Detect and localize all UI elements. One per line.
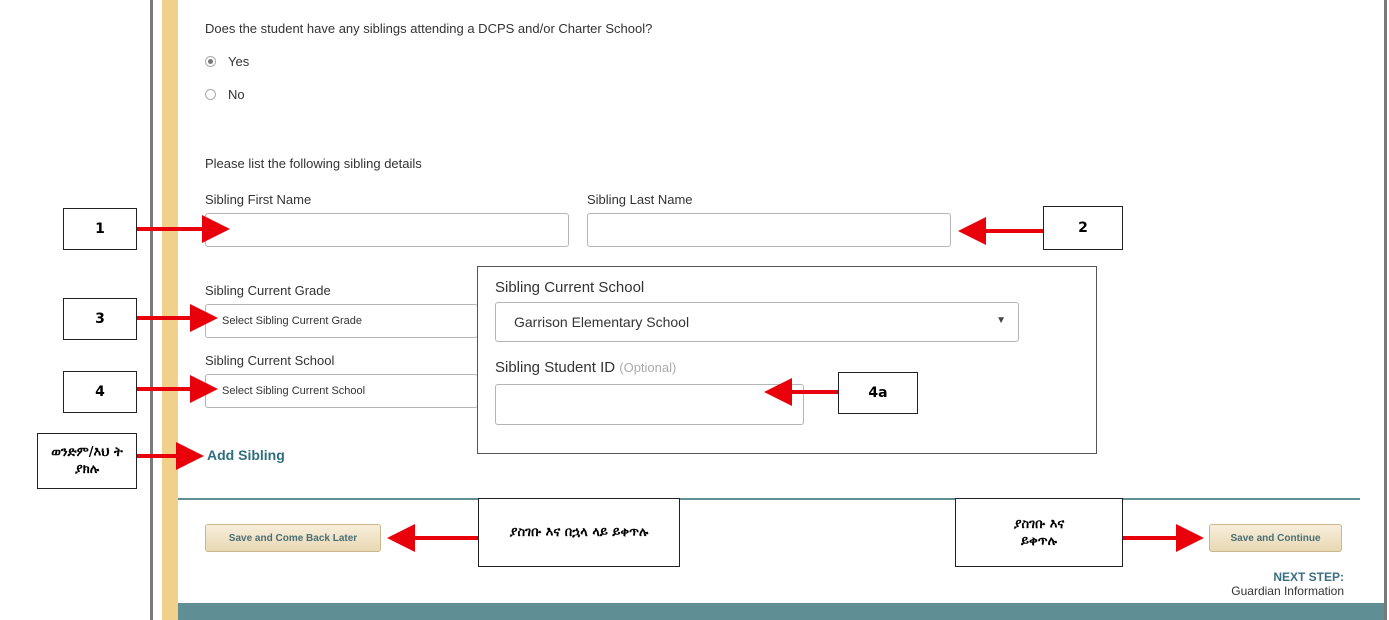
callout-add-sibling: ወንድም/እህ ት ያክሉ bbox=[37, 433, 137, 489]
callout-save-later: ያስገቡ እና በኋላ ላይ ይቀጥሉ bbox=[478, 498, 680, 567]
annotation-arrows bbox=[137, 215, 1204, 552]
callout-3: 3 bbox=[63, 298, 137, 340]
callout-2: 2 bbox=[1043, 206, 1123, 250]
callout-save-continue: ያስገቡ እና ይቀጥሉ bbox=[955, 498, 1123, 567]
callout-4: 4 bbox=[63, 371, 137, 413]
callout-4a: 4a bbox=[838, 372, 918, 414]
callout-1: 1 bbox=[63, 208, 137, 250]
